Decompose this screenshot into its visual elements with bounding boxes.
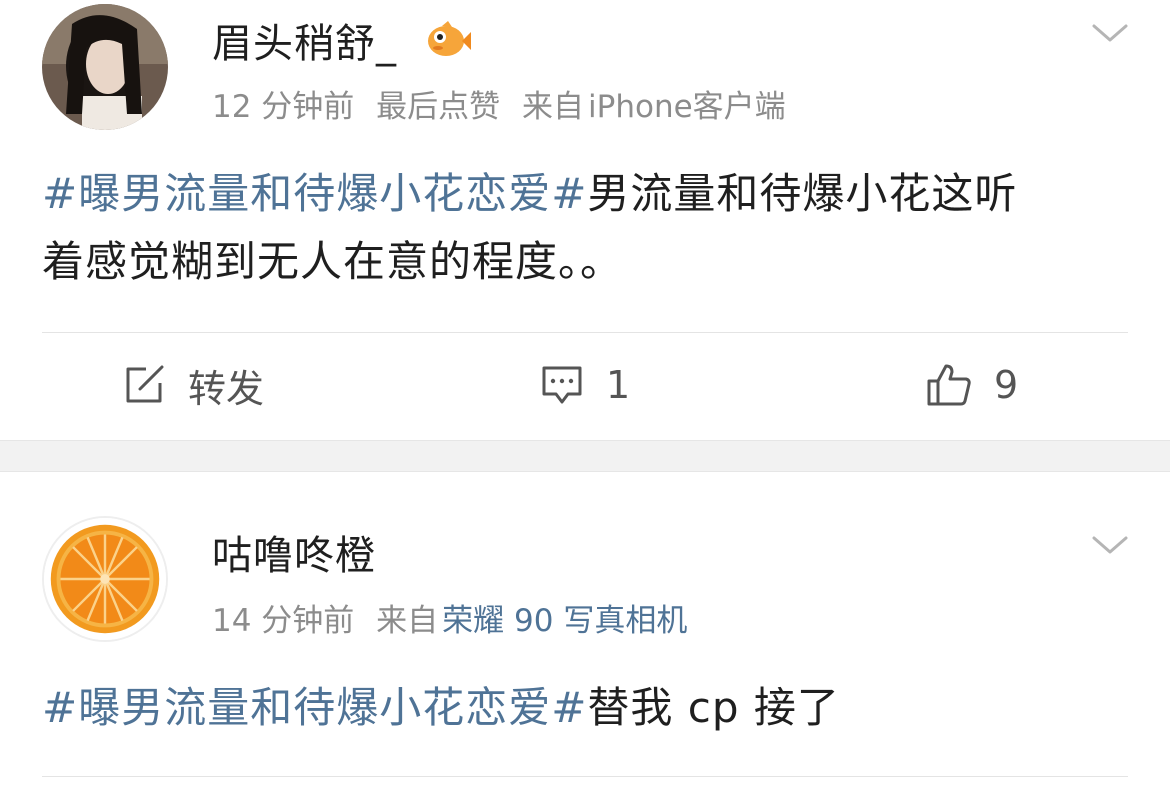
like-icon	[927, 364, 971, 406]
weibo-post: 咕噜咚橙 14 分钟前 来自 荣耀 90 写真相机 #曝男流量和待爆小花恋爱#替我…	[0, 472, 1170, 798]
post-meta: 14 分钟前 来自 荣耀 90 写真相机	[212, 606, 687, 637]
source-text: iPhone客户端	[588, 89, 786, 125]
topic-link[interactable]: #曝男流量和待爆小花恋爱#	[42, 683, 587, 732]
source-prefix: 来自	[376, 603, 439, 639]
fish-badge-icon	[424, 20, 472, 60]
topic-link[interactable]: #曝男流量和待爆小花恋爱#	[42, 169, 587, 218]
post-text-line1: #曝男流量和待爆小花恋爱#男流量和待爆小花这听	[42, 160, 1132, 228]
username[interactable]: 咕噜咚橙	[212, 536, 376, 576]
post-text: #曝男流量和待爆小花恋爱#男流量和待爆小花这听 着感觉糊到无人在意的程度。。	[42, 160, 1132, 296]
repost-label: 转发	[188, 366, 265, 411]
post-time: 12 分钟前	[212, 89, 355, 125]
post-text: #曝男流量和待爆小花恋爱#替我 cp 接了	[42, 674, 1132, 742]
comment-button[interactable]: 1	[540, 360, 630, 410]
chevron-down-icon[interactable]	[1090, 20, 1130, 46]
divider	[42, 776, 1128, 777]
comment-icon	[542, 366, 582, 404]
post-text-rest: 替我 cp 接了	[587, 683, 840, 732]
chevron-down-icon[interactable]	[1090, 532, 1130, 558]
username[interactable]: 眉头稍舒_	[212, 24, 397, 64]
source-prefix: 来自	[522, 89, 585, 125]
like-button[interactable]: 9	[926, 360, 1018, 410]
repost-button[interactable]: 转发	[124, 360, 265, 411]
weibo-post: 眉头稍舒_ 12 分钟前 最后点赞 来自 iPhone客户端 #曝男流量和待爆小花…	[0, 0, 1170, 440]
avatar[interactable]	[42, 4, 168, 130]
post-text-rest: 男流量和待爆小花这听	[587, 169, 1018, 218]
comment-count: 1	[606, 363, 631, 407]
post-text-line2: 着感觉糊到无人在意的程度。。	[42, 237, 624, 286]
post-meta: 12 分钟前 最后点赞 来自 iPhone客户端	[212, 92, 798, 123]
source-link[interactable]: 荣耀 90 写真相机	[442, 603, 687, 639]
last-liked-note: 最后点赞	[376, 89, 501, 125]
post-time: 14 分钟前	[212, 603, 355, 639]
divider	[42, 332, 1128, 333]
repost-icon	[126, 365, 164, 403]
orange-avatar[interactable]	[42, 516, 168, 642]
like-count: 9	[994, 363, 1019, 407]
post-separator	[0, 440, 1170, 472]
